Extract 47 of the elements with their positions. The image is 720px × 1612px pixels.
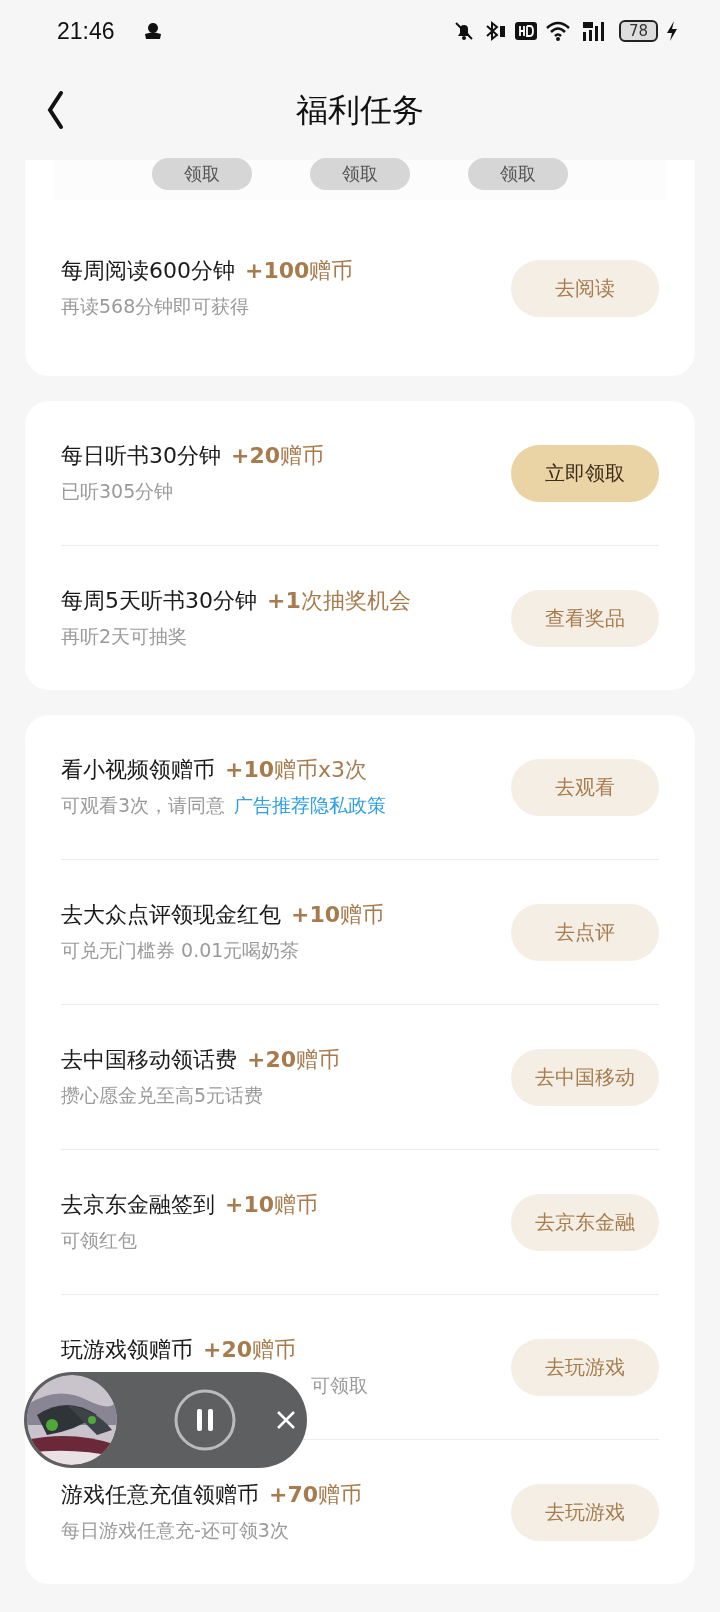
task-button[interactable]: 立即领取 (511, 444, 659, 502)
task-reward: +20赠币 (231, 442, 325, 470)
task-description: 可观看3次，请同意 (61, 794, 226, 816)
task-description: 再读568分钟即可获得 (61, 295, 250, 317)
task-button[interactable]: 去点评 (511, 903, 659, 961)
muted-bell-icon (452, 20, 475, 42)
reader-icon (142, 21, 163, 41)
task-description: 攒心愿金兑至高5元话费 (61, 1084, 264, 1106)
status-time: 21:46 (57, 17, 115, 45)
back-icon[interactable] (45, 90, 65, 130)
privacy-link[interactable]: 广告推荐隐私政策 (234, 794, 387, 816)
task-reward: +100赠币 (245, 257, 354, 285)
task-button[interactable]: 去玩游戏 (511, 1483, 659, 1541)
task-button[interactable]: 去京东金融 (511, 1193, 659, 1251)
task-reward: +20赠币 (203, 1336, 297, 1364)
task-title: 去中国移动领话费 (61, 1046, 237, 1074)
task-title: 去大众点评领现金红包 (61, 901, 281, 929)
hd-icon (514, 21, 537, 41)
task-title: 玩游戏领赠币 (61, 1336, 193, 1364)
task-title: 去京东金融签到 (61, 1191, 215, 1219)
page-title: 福利任务 (296, 90, 424, 131)
task-button[interactable]: 去观看 (511, 758, 659, 816)
task-description: 已听305分钟 (61, 480, 174, 502)
task-button[interactable]: 去中国移动 (511, 1048, 659, 1106)
task-title: 每周5天听书30分钟 (61, 587, 257, 615)
task-reward: +70赠币 (269, 1481, 363, 1509)
task-button[interactable]: 去阅读 (511, 259, 659, 317)
task-description: 可领取 (311, 1374, 368, 1396)
task-reward: +10赠币 (291, 901, 385, 929)
task-button[interactable]: 去玩游戏 (511, 1338, 659, 1396)
pause-icon[interactable] (173, 1388, 237, 1452)
task-description: 再听2天可抽奖 (61, 625, 188, 647)
task-description: 每日游戏任意充-还可领3次 (61, 1519, 289, 1541)
task-title: 每周阅读600分钟 (61, 257, 235, 285)
task-description: 可兑无门槛券 0.01元喝奶茶 (61, 939, 300, 961)
charging-icon (666, 20, 678, 42)
task-reward: +20赠币 (247, 1046, 341, 1074)
task-reward: +10赠币 (225, 1191, 319, 1219)
task-reward: +1次抽奖机会 (267, 587, 411, 615)
task-reward: +10赠币x3次 (225, 756, 368, 784)
task-description: 可领红包 (61, 1229, 137, 1251)
task-button[interactable]: 查看奖品 (511, 589, 659, 647)
battery-indicator: 78 (618, 20, 658, 42)
task-title: 游戏任意充值领赠币 (61, 1481, 259, 1509)
close-icon[interactable] (275, 1409, 297, 1431)
task-title: 每日听书30分钟 (61, 442, 221, 470)
task-title: 看小视频领赠币 (61, 756, 215, 784)
